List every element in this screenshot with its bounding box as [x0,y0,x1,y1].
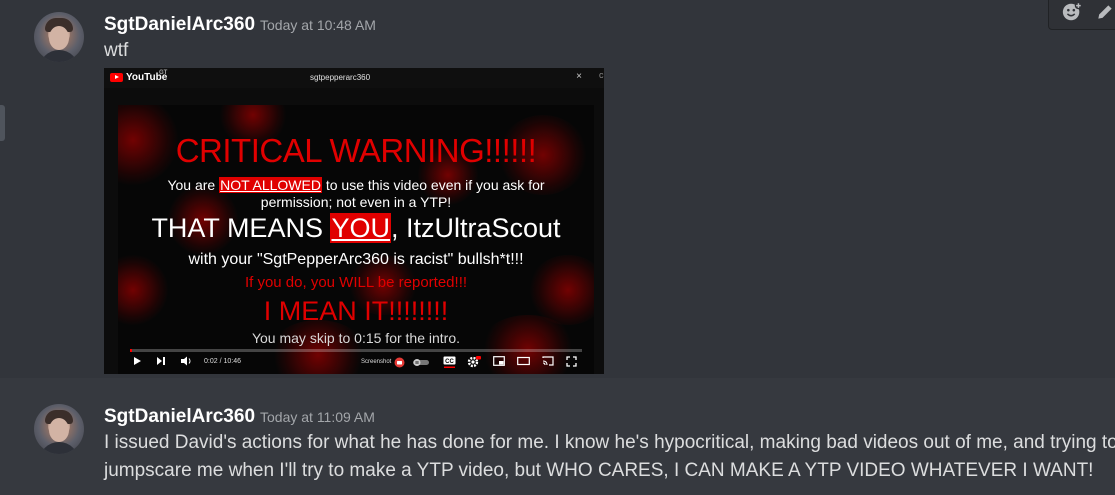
edit-button[interactable] [1091,0,1115,26]
video-progress-fill [130,349,132,352]
close-icon: × [576,71,582,82]
gear-icon [467,356,481,368]
volume-button [180,356,192,366]
play-icon [134,357,141,365]
message-timestamp: Today at 11:09 AM [260,409,375,425]
settings-button [467,356,481,368]
video-time: 0:02 / 10:46 [204,358,241,365]
fullscreen-button [566,356,577,367]
youtube-header: YouTube GT sgtpepperarc360 × c [104,68,604,88]
warning-emphasis: I MEAN IT!!!!!!!! [263,296,449,326]
avatar[interactable] [34,404,84,454]
video-frame: CRITICAL WARNING!!!!!! You are NOT ALLOW… [118,105,594,374]
message-content: wtf [104,40,129,61]
play-button [132,356,142,366]
cast-button [542,356,554,366]
youtube-search-box: sgtpepperarc360 × [310,71,582,82]
warning-callout: THAT MEANS YOU, ItzUltraScout [151,213,561,243]
message-content-line: I issued David's actions for what he has… [104,432,1115,453]
autoplay-toggle [412,358,430,367]
captions-icon: CC [443,356,456,368]
video-progress-bar [130,349,582,352]
skip-note: You may skip to 0:15 for the intro. [251,330,461,346]
avatar[interactable] [34,12,84,62]
fullscreen-icon [566,356,577,367]
add-reaction-icon [1062,1,1082,21]
warning-line: If you do, you WILL be reported!!! [244,274,468,291]
scroll-indicator [0,105,5,141]
next-button [156,356,166,366]
toggle-icon [413,359,429,366]
svg-text:CC: CC [445,359,454,365]
volume-icon [181,356,191,366]
captions-button: CC [443,356,456,368]
theater-icon [517,356,530,366]
message-toolbar [1048,0,1115,30]
warning-line: with your "SgtPepperArc360 is racist" bu… [188,251,524,268]
warning-line: permission; not even in a YTP! [260,194,452,210]
username[interactable]: SgtDanielArc360 [104,406,255,428]
warning-title: CRITICAL WARNING!!!!!! [175,132,537,169]
search-edge-icon: c [599,70,604,80]
screenshot-extension-button [394,357,405,368]
username[interactable]: SgtDanielArc360 [104,14,255,36]
theater-mode-button [517,356,530,366]
player-controls: 0:02 / 10:46 Screenshot CC [118,353,594,374]
next-icon [157,357,165,365]
youtube-logo: YouTube GT [110,70,167,83]
add-reaction-button[interactable] [1058,0,1086,26]
edit-icon [1097,5,1112,19]
message-content-line: jumpscare me when I'll try to make a YTP… [104,460,1094,481]
youtube-play-icon [110,73,123,82]
screenshot-icon [394,357,405,368]
message-timestamp: Today at 10:48 AM [260,17,376,33]
message-content: I issued David's actions for what he has… [104,429,1115,485]
video-screenshot-attachment[interactable]: YouTube GT sgtpepperarc360 × c CRITICAL … [104,68,604,374]
miniplayer-icon [493,356,505,366]
screenshot-extension-label: Screenshot [361,359,392,365]
miniplayer-button [493,356,505,366]
cast-icon [542,356,554,366]
